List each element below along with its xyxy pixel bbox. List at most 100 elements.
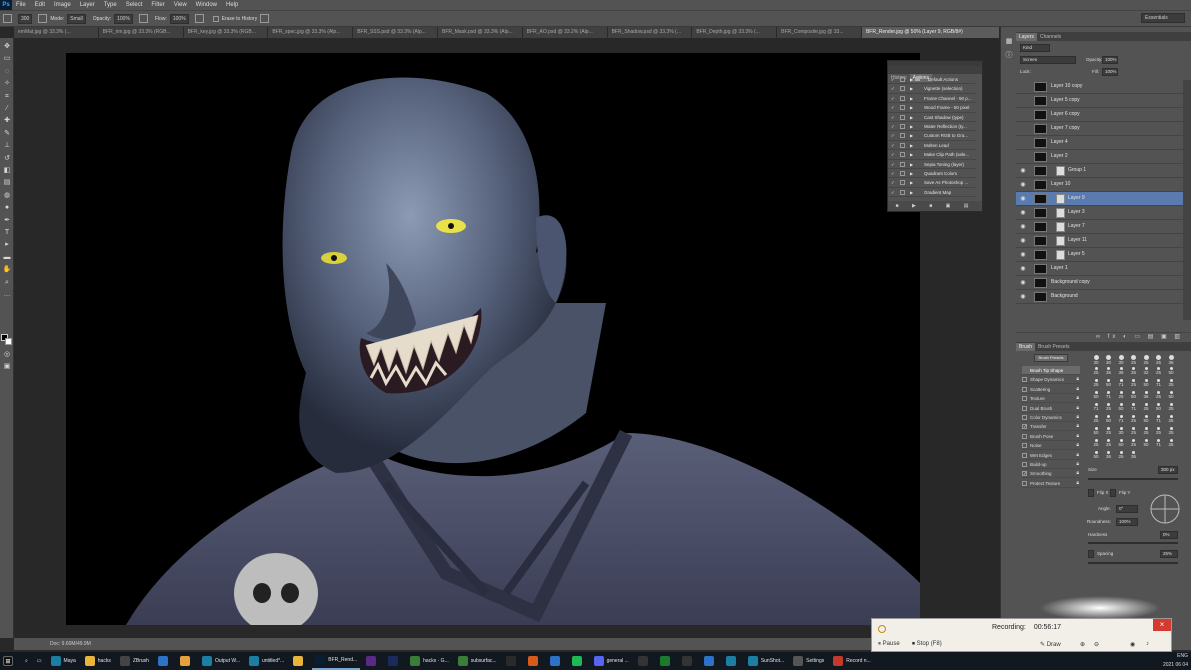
action-item[interactable]: ✓ ▶ Quadrant Colors xyxy=(888,169,976,179)
layer-row[interactable]: ◉ Layer 10 xyxy=(1016,178,1183,192)
option-checkbox[interactable] xyxy=(1022,462,1027,467)
menu-window[interactable]: Window xyxy=(196,2,217,8)
marquee-tool-icon[interactable]: ▭ xyxy=(2,54,12,63)
brush-tip-preset[interactable]: 71 xyxy=(1128,402,1140,414)
clock-date[interactable]: 2021 06 04 xyxy=(1163,662,1188,668)
taskbar-app[interactable]: SunShot... xyxy=(745,652,787,670)
dialog-toggle[interactable] xyxy=(900,171,905,176)
brush-tip-preset[interactable]: 25 xyxy=(1165,402,1177,414)
shape-tool-icon[interactable]: ▬ xyxy=(2,253,12,262)
action-item[interactable]: ✓ ▶ Wood Frame - 50 pixel xyxy=(888,103,976,113)
document-tab[interactable]: BFR_key.jpg @ 33.3% (RGB... xyxy=(183,27,269,38)
layer-opacity-field[interactable]: 100% xyxy=(1102,56,1118,64)
brush-tool-icon[interactable]: ✎ xyxy=(2,129,12,138)
expand-triangle-icon[interactable]: ▶ xyxy=(910,188,913,197)
start-button[interactable]: ⊞ xyxy=(0,652,19,670)
brush-tip-preset[interactable]: 25 xyxy=(1128,426,1140,438)
brush-tip-preset[interactable]: 50 xyxy=(1090,450,1102,462)
type-tool-icon[interactable]: T xyxy=(2,228,12,237)
dodge-tool-icon[interactable]: ● xyxy=(2,203,12,212)
layer-mask-thumbnail[interactable] xyxy=(1056,208,1065,218)
brush-tip-preset[interactable]: 50 xyxy=(1165,366,1177,378)
taskbar-app[interactable]: Output W... xyxy=(199,652,243,670)
lock-icon[interactable]: 🔒︎ xyxy=(1076,479,1079,488)
document-tab[interactable]: BFR_spec.jpg @ 33.3% (Alp... xyxy=(268,27,354,38)
layer-row[interactable]: ◉ Layer 9 xyxy=(1016,192,1183,206)
brush-option-item[interactable]: Protect Texture 🔒︎ xyxy=(1022,479,1080,488)
move-tool-icon[interactable]: ✥ xyxy=(2,42,12,51)
size-field[interactable]: 300 px xyxy=(1158,466,1178,474)
check-icon[interactable]: ✓ xyxy=(891,188,895,197)
dialog-toggle[interactable] xyxy=(900,189,905,195)
brush-tip-preset[interactable]: 25 xyxy=(1165,426,1177,438)
lock-icon[interactable]: 🔒︎ xyxy=(1076,375,1079,384)
option-checkbox[interactable] xyxy=(1022,386,1027,392)
brush-tip-preset[interactable]: 25 xyxy=(1128,354,1140,366)
visibility-eye-icon[interactable]: ◉ xyxy=(1019,265,1027,273)
hand-tool-icon[interactable]: ✋ xyxy=(2,265,12,274)
layers-scrollbar[interactable] xyxy=(1183,80,1191,320)
taskbar-app[interactable]: Record n... xyxy=(830,652,873,670)
dialog-toggle[interactable] xyxy=(900,133,905,139)
check-icon[interactable]: ✓ xyxy=(891,150,895,159)
expand-triangle-icon[interactable]: ▶ xyxy=(910,131,913,140)
action-item[interactable]: ✓ ▶ Default Actions xyxy=(888,75,976,85)
brush-option-item[interactable]: Shape Dynamics 🔒︎ xyxy=(1022,375,1080,385)
brush-tip-preset[interactable]: 25 xyxy=(1090,414,1102,426)
brush-tip-preset[interactable]: 71 xyxy=(1090,402,1102,414)
brush-panel-toggle-icon[interactable] xyxy=(38,14,48,23)
action-item[interactable]: ✓ ▶ Save As Photoshop ... xyxy=(888,178,976,188)
layer-row[interactable]: Layer 4 xyxy=(1016,136,1183,150)
hardness-field[interactable]: 0% xyxy=(1160,531,1178,539)
brush-tip-preset[interactable]: 25 xyxy=(1140,402,1152,414)
spacing-checkbox[interactable] xyxy=(1088,550,1094,558)
brush-tip-preset[interactable]: 36 xyxy=(1115,366,1127,378)
stop-button[interactable]: ⏹ Stop (F8) xyxy=(912,641,942,648)
brush-option-item[interactable]: Dual Brush 🔒︎ xyxy=(1022,404,1080,413)
brush-tip-preset[interactable]: 71 xyxy=(1115,378,1127,390)
eyedropper-tool-icon[interactable]: ⁄ xyxy=(2,104,12,113)
visibility-eye-icon[interactable] xyxy=(1019,97,1027,105)
check-icon[interactable]: ✓ xyxy=(891,160,895,169)
brush-tip-preset[interactable]: 36 xyxy=(1165,354,1177,366)
brush-option-item[interactable]: Scattering 🔒︎ xyxy=(1022,385,1080,394)
menu-filter[interactable]: Filter xyxy=(151,2,164,8)
layer-row[interactable]: Layer 5 copy xyxy=(1016,94,1183,108)
background-color-swatch[interactable] xyxy=(5,338,12,345)
document-tab[interactable]: BFR_Shadow.psd @ 33.3% (... xyxy=(607,27,693,38)
visibility-eye-icon[interactable]: ◉ xyxy=(1019,279,1027,287)
brush-tip-preset[interactable]: 25 xyxy=(1165,438,1177,450)
brush-option-item[interactable]: Brush Pose 🔒︎ xyxy=(1022,432,1080,441)
action-item[interactable]: ✓ ▶ Gradient Map xyxy=(888,188,976,198)
layer-mask-thumbnail[interactable] xyxy=(1056,222,1065,232)
dialog-toggle[interactable] xyxy=(900,152,905,158)
layer-row[interactable]: ◉ Layer 1 xyxy=(1016,262,1183,276)
visibility-eye-icon[interactable]: ◉ xyxy=(1019,293,1027,301)
check-icon[interactable]: ✓ xyxy=(891,122,895,131)
brush-tip-preset[interactable]: 32 xyxy=(1140,366,1152,378)
menu-view[interactable]: View xyxy=(174,2,187,8)
brush-tip-preset[interactable]: 50 xyxy=(1165,390,1177,402)
brush-tip-preset[interactable]: 36 xyxy=(1103,450,1115,462)
pressure-size-icon[interactable] xyxy=(260,14,270,23)
taskbar-app[interactable]: untitled*... xyxy=(246,652,287,670)
brush-tip-preset[interactable]: 50 xyxy=(1115,402,1127,414)
dialog-toggle[interactable] xyxy=(900,105,905,111)
tab-brush-presets[interactable]: Brush Presets xyxy=(1035,343,1072,351)
menu-type[interactable]: Type xyxy=(104,2,117,8)
check-icon[interactable]: ✓ xyxy=(891,75,895,84)
layer-row[interactable]: ◉ Group 1 xyxy=(1016,164,1183,178)
flip-y-checkbox[interactable] xyxy=(1110,489,1116,497)
taskbar-app[interactable]: BFR_Rend... xyxy=(312,652,361,670)
brush-option-item[interactable]: ✓ Smoothing 🔒︎ xyxy=(1022,469,1080,479)
check-icon[interactable]: ✓ xyxy=(891,103,895,112)
layer-row[interactable]: Layer 6 copy xyxy=(1016,108,1183,122)
option-checkbox[interactable] xyxy=(1022,452,1027,458)
dialog-toggle[interactable] xyxy=(900,114,905,120)
action-item[interactable]: ✓ ▶ Frame Channel - 50 p... xyxy=(888,94,976,104)
layer-row[interactable]: ◉ Background xyxy=(1016,290,1183,304)
option-checkbox[interactable] xyxy=(1022,480,1027,486)
action-item[interactable]: ✓ ▶ Custom RGB to Gra... xyxy=(888,131,976,141)
brush-tip-preset[interactable]: 50 xyxy=(1090,426,1102,438)
history-panel-icon[interactable]: ▦ xyxy=(1004,37,1014,47)
